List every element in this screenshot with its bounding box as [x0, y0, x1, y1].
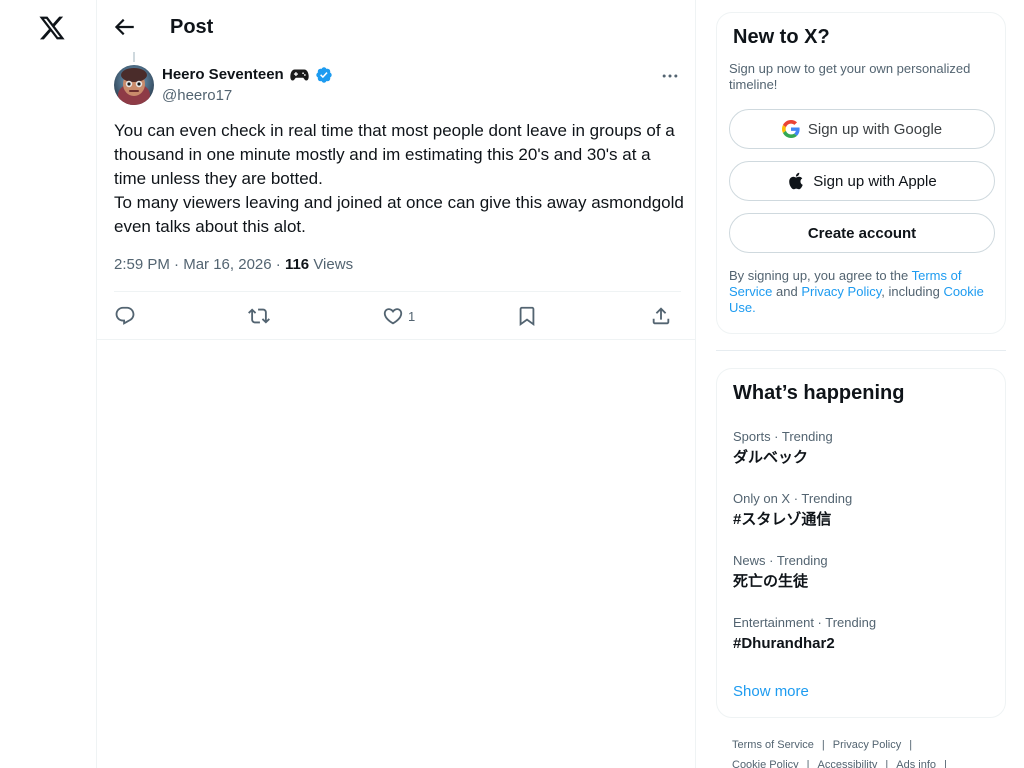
signup-google-label: Sign up with Google — [807, 120, 943, 138]
views-label: Views — [313, 256, 354, 273]
thread-line — [133, 52, 135, 62]
terms-text: By signing up, you agree to the — [729, 268, 909, 283]
bookmark-button[interactable] — [516, 305, 538, 327]
like-button[interactable]: 1 — [382, 305, 432, 327]
footer-separator: | — [885, 759, 889, 768]
trend-meta: Sports · Trending — [733, 429, 833, 444]
signup-apple-button[interactable]: Sign up with Apple — [729, 161, 995, 201]
signup-apple-label: Sign up with Apple — [813, 172, 937, 190]
bookmark-icon — [519, 306, 535, 327]
google-icon — [781, 120, 800, 138]
signup-terms: By signing up, you agree to the Terms of… — [729, 268, 995, 316]
trend-meta: Entertainment · Trending — [733, 615, 877, 630]
create-account-button[interactable]: Create account — [729, 213, 995, 253]
share-button[interactable] — [650, 305, 672, 327]
post-text-line: You can even check in real time that mos… — [114, 121, 675, 188]
signup-card: New to X? Sign up now to get your own pe… — [716, 12, 1006, 334]
meta-separator: · — [275, 256, 281, 273]
repost-icon — [248, 308, 270, 324]
trend-name: #Dhurandhar2 — [733, 635, 835, 652]
trend-item[interactable]: Only on X · Trending #スタレゾ通信 — [733, 491, 989, 530]
page-header: Post — [97, 0, 695, 54]
reply-icon — [115, 306, 135, 325]
like-count: 1 — [408, 309, 416, 324]
post-meta: 2:59 PM · Mar 16, 2026 · 116 Views — [114, 255, 353, 275]
trend-item[interactable]: Entertainment · Trending #Dhurandhar2 — [733, 615, 989, 654]
post-text-line: To many viewers leaving and joined at on… — [114, 193, 684, 236]
trend-meta: News · Trending — [733, 553, 828, 568]
meta-separator: · — [174, 256, 180, 273]
post-time[interactable]: 2:59 PM — [114, 256, 170, 273]
footer-separator: | — [909, 739, 913, 751]
trends-card: What’s happening Sports · Trending ダルベック… — [716, 368, 1006, 718]
repost-button[interactable] — [248, 305, 270, 327]
footer-ads-info-link[interactable]: Ads info — [896, 759, 936, 768]
post-actions: 1 — [114, 291, 681, 339]
main-column: Post Heero Seventeen @heero17 You can ev… — [96, 0, 696, 768]
signup-subtitle: Sign up now to get your own personalized… — [729, 61, 971, 92]
signup-google-button[interactable]: Sign up with Google — [729, 109, 995, 149]
terms-text: and — [775, 284, 798, 299]
footer-separator: | — [944, 759, 947, 768]
heart-icon — [383, 308, 403, 325]
share-icon — [652, 307, 670, 325]
footer-separator: | — [806, 759, 810, 768]
trend-item[interactable]: News · Trending 死亡の生徒 — [733, 553, 989, 592]
arrow-left-icon[interactable] — [111, 14, 137, 40]
more-horizontal-icon[interactable] — [660, 66, 680, 86]
trends-title: What’s happening — [733, 382, 905, 404]
post-date[interactable]: Mar 16, 2026 — [183, 256, 271, 273]
show-more-link[interactable]: Show more — [733, 683, 809, 701]
author-name[interactable]: Heero Seventeen — [162, 66, 284, 84]
privacy-policy-link[interactable]: Privacy Policy — [801, 284, 881, 299]
verified-badge-icon[interactable] — [315, 66, 333, 84]
sidebar-divider — [716, 350, 1006, 351]
trend-name: ダルベック — [733, 449, 809, 466]
divider — [97, 339, 695, 340]
footer-terms-link[interactable]: Terms of Service — [732, 739, 814, 751]
create-account-label: Create account — [807, 224, 917, 242]
reply-button[interactable] — [114, 305, 136, 327]
trend-meta: Only on X · Trending — [733, 491, 853, 506]
footer-row: Cookie Policy | Accessibility | Ads info | — [732, 758, 992, 768]
terms-text: , including — [881, 284, 940, 299]
trend-name: #スタレゾ通信 — [733, 511, 832, 528]
signup-title: New to X? — [733, 26, 830, 48]
gamepad-icon — [290, 69, 309, 81]
footer-row: Terms of Service | Privacy Policy | — [732, 738, 992, 752]
footer-privacy-link[interactable]: Privacy Policy — [833, 739, 901, 751]
apple-icon — [789, 172, 803, 190]
footer-separator: | — [821, 739, 825, 751]
author-handle[interactable]: @heero17 — [162, 87, 232, 105]
avatar[interactable] — [114, 65, 154, 105]
terms-text: . — [752, 300, 756, 315]
page-title: Post — [170, 16, 214, 38]
x-logo-icon[interactable] — [38, 14, 66, 42]
footer: Terms of Service | Privacy Policy | Cookie … — [732, 738, 992, 768]
post-text: You can even check in real time that mos… — [114, 119, 684, 239]
footer-cookie-link[interactable]: Cookie Policy — [732, 759, 799, 768]
footer-accessibility-link[interactable]: Accessibility — [818, 759, 878, 768]
trend-item[interactable]: Sports · Trending ダルベック — [733, 429, 989, 468]
views-count: 116 — [284, 256, 310, 273]
trend-name: 死亡の生徒 — [733, 573, 809, 590]
left-navigation — [0, 0, 97, 768]
